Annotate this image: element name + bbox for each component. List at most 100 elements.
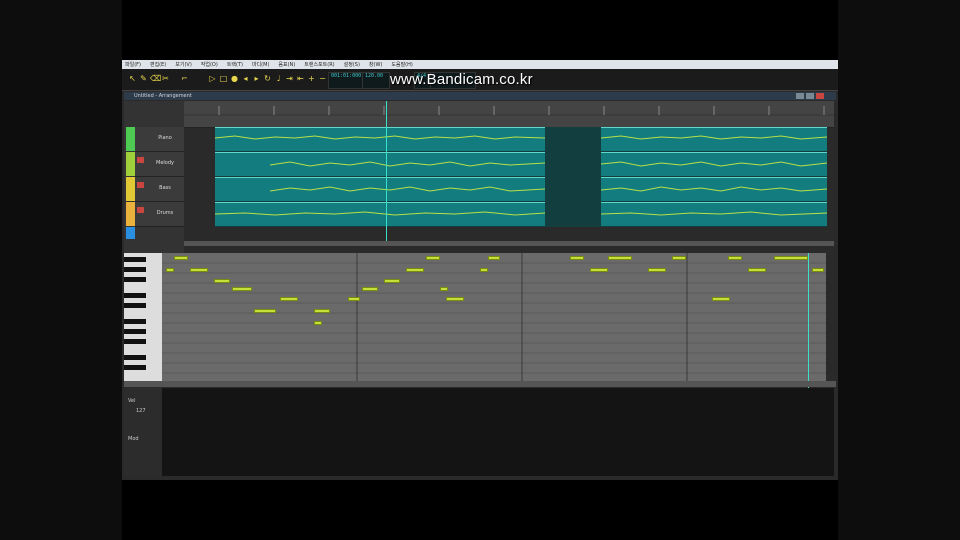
midi-note[interactable] bbox=[590, 268, 608, 272]
midi-note[interactable] bbox=[384, 279, 400, 283]
piano-key[interactable] bbox=[124, 267, 146, 272]
snap-icon[interactable]: ⌐ bbox=[180, 74, 189, 83]
toolbar: ↖ ✎ ⌫ ✂ ⌐ ▷ □ ● ◂ ▸ ↻ ♩ ⇥ ⇤ + − 001:01:0… bbox=[122, 69, 838, 91]
piano-key[interactable] bbox=[124, 319, 146, 324]
eraser-tool-icon[interactable]: ⌫ bbox=[150, 74, 161, 83]
close-icon[interactable] bbox=[816, 93, 824, 99]
loop-icon[interactable]: ↻ bbox=[263, 74, 272, 83]
midi-note[interactable] bbox=[672, 256, 686, 260]
midi-note[interactable] bbox=[280, 297, 298, 301]
midi-note[interactable] bbox=[712, 297, 730, 301]
midi-note[interactable] bbox=[214, 279, 230, 283]
menu-item[interactable]: 창(W) bbox=[369, 61, 382, 68]
piano-key[interactable] bbox=[124, 365, 146, 370]
track-name: Bass bbox=[159, 185, 171, 191]
zoom-in-icon[interactable]: + bbox=[307, 74, 316, 83]
left-letterbox bbox=[0, 0, 122, 540]
midi-note[interactable] bbox=[232, 287, 252, 291]
zoom-out-icon[interactable]: − bbox=[318, 74, 327, 83]
midi-note[interactable] bbox=[488, 256, 500, 260]
punch-out-icon[interactable]: ⇤ bbox=[296, 74, 305, 83]
piano-key[interactable] bbox=[124, 277, 146, 282]
piano-roll-scrollbar[interactable] bbox=[124, 381, 836, 387]
maximize-icon[interactable] bbox=[806, 93, 814, 99]
play-icon[interactable]: ▷ bbox=[208, 74, 217, 83]
midi-note[interactable] bbox=[174, 256, 188, 260]
clip-piano-b[interactable] bbox=[601, 127, 827, 151]
clip-drums-b[interactable] bbox=[601, 202, 827, 226]
clip-bass-b[interactable] bbox=[601, 177, 827, 201]
select-tool-icon[interactable]: ↖ bbox=[128, 74, 137, 83]
track-name: Melody bbox=[156, 160, 174, 166]
midi-note[interactable] bbox=[748, 268, 766, 272]
arrangement-scrollbar[interactable] bbox=[184, 241, 834, 246]
piano-key[interactable] bbox=[124, 293, 146, 298]
midi-note[interactable] bbox=[314, 309, 330, 313]
clip-melody-b[interactable] bbox=[601, 152, 827, 176]
menu-item[interactable]: 작업(O) bbox=[201, 61, 218, 68]
tempo-display[interactable]: 120.00 bbox=[362, 72, 390, 89]
midi-note[interactable] bbox=[314, 321, 322, 325]
split-tool-icon[interactable]: ✂ bbox=[161, 74, 170, 83]
menu-item[interactable]: 트랜스포트(R) bbox=[304, 61, 334, 68]
midi-note[interactable] bbox=[348, 297, 360, 301]
record-icon[interactable]: ● bbox=[230, 74, 239, 83]
menu-item[interactable]: 파일(F) bbox=[125, 61, 141, 68]
controller-lane[interactable] bbox=[162, 388, 834, 476]
document-title: Untitled - Arrangement bbox=[134, 93, 192, 99]
midi-note[interactable] bbox=[190, 268, 208, 272]
metronome-icon[interactable]: ♩ bbox=[274, 74, 283, 83]
piano-key[interactable] bbox=[124, 339, 146, 344]
midi-note[interactable] bbox=[166, 268, 174, 272]
daw-window: 파일(F) 편집(E) 보기(V) 작업(O) 트랙(T) 마디(M) 음표(N) 트랜스포트… bbox=[122, 60, 838, 480]
mute-toggle-icon[interactable] bbox=[137, 182, 144, 188]
piano-key[interactable] bbox=[124, 355, 146, 360]
controller-value: 127 bbox=[136, 408, 146, 414]
midi-note[interactable] bbox=[254, 309, 276, 313]
midi-note[interactable] bbox=[426, 256, 440, 260]
midi-note[interactable] bbox=[774, 256, 808, 260]
clip-bass-a[interactable] bbox=[215, 177, 545, 201]
midi-note[interactable] bbox=[570, 256, 584, 260]
rewind-icon[interactable]: ◂ bbox=[241, 74, 250, 83]
timeline-ruler[interactable] bbox=[184, 101, 834, 128]
menu-item[interactable]: 트랙(T) bbox=[227, 61, 243, 68]
piano-key[interactable] bbox=[124, 329, 146, 334]
menu-item[interactable]: 음표(N) bbox=[278, 61, 295, 68]
clip-drums-a[interactable] bbox=[215, 202, 545, 226]
menu-item[interactable]: 보기(V) bbox=[175, 61, 192, 68]
arrangement-playhead[interactable] bbox=[386, 101, 387, 241]
piano-key[interactable] bbox=[124, 303, 146, 308]
midi-note[interactable] bbox=[728, 256, 742, 260]
forward-icon[interactable]: ▸ bbox=[252, 74, 261, 83]
midi-note[interactable] bbox=[440, 287, 448, 291]
midi-note[interactable] bbox=[608, 256, 632, 260]
clip-melody-a[interactable] bbox=[215, 152, 545, 176]
track-header-piano[interactable]: Piano bbox=[135, 127, 184, 152]
track-header-melody[interactable]: Melody bbox=[135, 152, 184, 177]
menu-item[interactable]: 설정(S) bbox=[344, 61, 360, 68]
pencil-tool-icon[interactable]: ✎ bbox=[139, 74, 148, 83]
piano-roll[interactable] bbox=[162, 253, 826, 381]
stop-icon[interactable]: □ bbox=[219, 74, 228, 83]
punch-in-icon[interactable]: ⇥ bbox=[285, 74, 294, 83]
midi-note[interactable] bbox=[648, 268, 666, 272]
track-header-drums[interactable]: Drums bbox=[135, 202, 184, 227]
track-header-bass[interactable]: Bass bbox=[135, 177, 184, 202]
menu-item[interactable]: 도움말(H) bbox=[391, 61, 412, 68]
midi-note[interactable] bbox=[406, 268, 424, 272]
minimize-icon[interactable] bbox=[796, 93, 804, 99]
midi-note[interactable] bbox=[812, 268, 824, 272]
mute-toggle-icon[interactable] bbox=[137, 157, 144, 163]
piano-key[interactable] bbox=[124, 257, 146, 262]
arrangement-area[interactable] bbox=[215, 127, 827, 227]
track-name: Drums bbox=[156, 210, 174, 216]
midi-note[interactable] bbox=[362, 287, 378, 291]
midi-note[interactable] bbox=[480, 268, 488, 272]
menu-item[interactable]: 편집(E) bbox=[150, 61, 166, 68]
midi-note[interactable] bbox=[446, 297, 464, 301]
piano-keyboard[interactable] bbox=[124, 253, 162, 381]
clip-piano-a[interactable] bbox=[215, 127, 545, 151]
mute-toggle-icon[interactable] bbox=[137, 207, 144, 213]
menu-item[interactable]: 마디(M) bbox=[252, 61, 269, 68]
